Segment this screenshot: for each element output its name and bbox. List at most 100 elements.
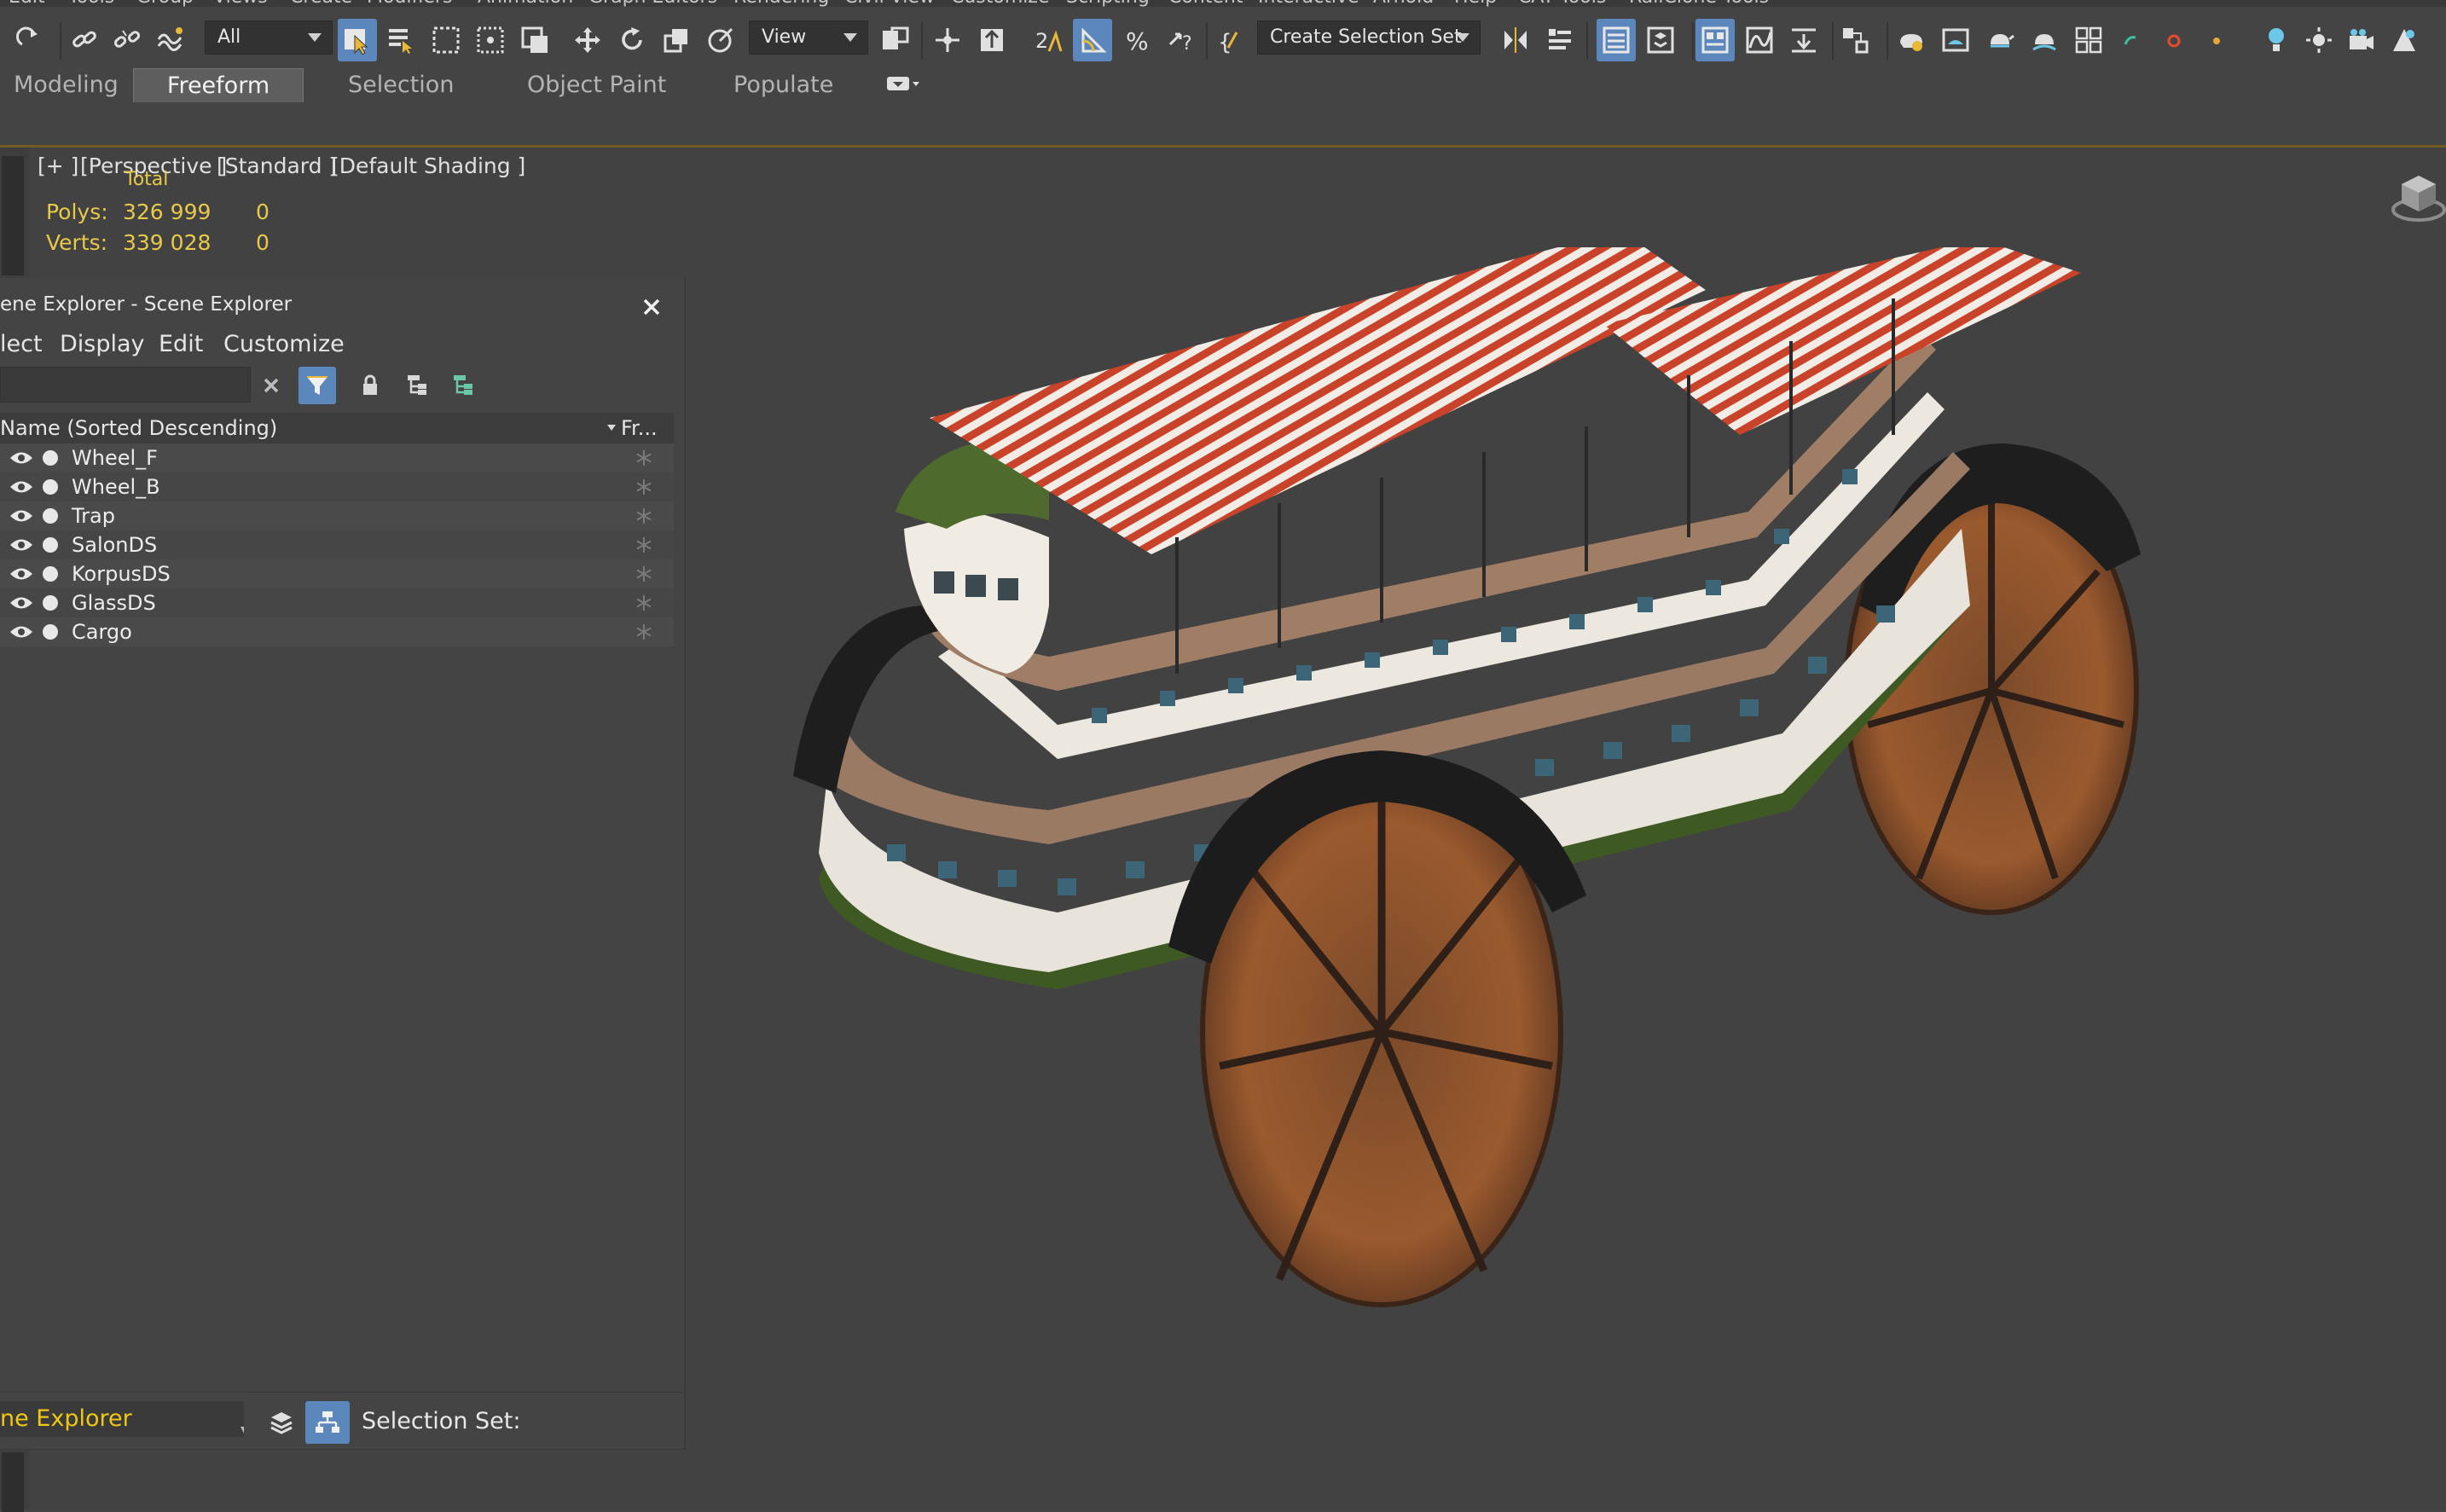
- menu-create[interactable]: Create: [290, 0, 352, 7]
- render-production-button[interactable]: [1980, 19, 2020, 61]
- arnold-camera-button[interactable]: [2342, 19, 2381, 61]
- named-selection-set-dropdown[interactable]: Create Selection Set: [1257, 20, 1481, 55]
- close-button[interactable]: [638, 293, 665, 321]
- freeze-snowflake-icon[interactable]: [635, 449, 653, 467]
- menu-display[interactable]: Display: [60, 331, 145, 357]
- toggle-layer-explorer-button[interactable]: [1641, 19, 1680, 61]
- render-toggle-icon[interactable]: [43, 624, 58, 640]
- eye-icon[interactable]: [9, 479, 34, 495]
- eye-icon[interactable]: [9, 624, 34, 640]
- list-item[interactable]: Wheel_F: [0, 443, 674, 472]
- tab-selection[interactable]: Selection: [336, 68, 464, 102]
- list-item[interactable]: SalonDS: [0, 530, 674, 559]
- select-and-move-region-button[interactable]: [515, 19, 554, 61]
- selection-filter-dropdown[interactable]: All: [205, 20, 333, 55]
- sort-by-hierarchy-button[interactable]: [305, 1401, 350, 1444]
- eye-icon[interactable]: [9, 450, 34, 466]
- freeze-snowflake-icon[interactable]: [635, 536, 653, 554]
- menu-help[interactable]: Help: [1454, 0, 1497, 7]
- keyboard-shortcut-override-button[interactable]: [972, 19, 1011, 61]
- plugin-orange-button[interactable]: [2197, 19, 2236, 61]
- render-toggle-icon[interactable]: [43, 537, 58, 553]
- explorer-selector-dropdown[interactable]: ne Explorer ▾: [0, 1401, 244, 1437]
- freeze-snowflake-icon[interactable]: [635, 594, 653, 612]
- menu-arnold[interactable]: Arnold: [1373, 0, 1434, 7]
- eye-icon[interactable]: [9, 537, 34, 553]
- render-gallery-button[interactable]: [2069, 19, 2108, 61]
- viewport-standard-label[interactable]: [Standard ]: [217, 154, 337, 178]
- tab-populate[interactable]: Populate: [722, 68, 849, 102]
- frozen-column-label[interactable]: Fr...: [621, 413, 658, 443]
- angle-snap-toggle-button[interactable]: [1073, 19, 1112, 61]
- menu-content[interactable]: Content: [1168, 0, 1243, 7]
- select-object-button[interactable]: [338, 19, 377, 61]
- rectangular-selection-region-button[interactable]: [426, 19, 466, 61]
- ribbon-options-button[interactable]: [884, 73, 921, 97]
- render-toggle-icon[interactable]: [43, 566, 58, 582]
- eye-icon[interactable]: [9, 508, 34, 524]
- select-children-button[interactable]: [399, 367, 437, 404]
- menu-cat-tools[interactable]: CAT Tools: [1518, 0, 1606, 7]
- select-dependents-button[interactable]: [445, 367, 483, 404]
- list-item[interactable]: Trap: [0, 501, 674, 530]
- arnold-light-button[interactable]: [2257, 19, 2296, 61]
- schematic-view-button[interactable]: [1784, 19, 1823, 61]
- arnold-sun-button[interactable]: [2299, 19, 2339, 61]
- plugin-red-button[interactable]: [2154, 19, 2194, 61]
- freeze-snowflake-icon[interactable]: [635, 565, 653, 583]
- arnold-render-button[interactable]: [2385, 19, 2424, 61]
- eye-icon[interactable]: [9, 595, 34, 611]
- plugin-green-button[interactable]: [2112, 19, 2151, 61]
- toggle-scene-explorer-button[interactable]: [1597, 19, 1636, 61]
- curve-editor-button[interactable]: [1740, 19, 1779, 61]
- material-editor-button[interactable]: [1835, 19, 1875, 61]
- list-item[interactable]: GlassDS: [0, 588, 674, 617]
- viewport-shading-label[interactable]: [Default Shading ]: [331, 154, 525, 178]
- reference-coordinate-dropdown[interactable]: View: [749, 20, 868, 55]
- tab-modeling[interactable]: Modeling: [2, 68, 121, 102]
- select-manipulate-button[interactable]: [928, 19, 967, 61]
- menu-graph-editors[interactable]: Graph Editors: [588, 0, 717, 7]
- menu-edit-explorer[interactable]: Edit: [159, 331, 203, 357]
- menu-customize[interactable]: Customize: [951, 0, 1049, 7]
- freeze-snowflake-icon[interactable]: [635, 478, 653, 496]
- list-item[interactable]: Wheel_B: [0, 472, 674, 501]
- select-and-link-button[interactable]: [65, 19, 104, 61]
- unlink-selection-button[interactable]: [107, 19, 147, 61]
- select-by-name-button[interactable]: [382, 19, 421, 61]
- menu-views[interactable]: Views: [213, 0, 268, 7]
- render-toggle-icon[interactable]: [43, 508, 58, 524]
- freeze-snowflake-icon[interactable]: [635, 507, 653, 525]
- paddle-steamer-model[interactable]: [768, 247, 2166, 1356]
- menu-tools[interactable]: Tools: [68, 0, 114, 7]
- menu-modifiers[interactable]: Modifiers: [367, 0, 452, 7]
- toggle-ribbon-button[interactable]: [1695, 19, 1735, 61]
- render-toggle-icon[interactable]: [43, 595, 58, 611]
- tab-object-paint[interactable]: Object Paint: [515, 68, 686, 102]
- menu-group[interactable]: Group: [136, 0, 194, 7]
- render-toggle-icon[interactable]: [43, 450, 58, 466]
- menu-select[interactable]: lect: [0, 331, 43, 357]
- render-in-cloud-button[interactable]: [2025, 19, 2064, 61]
- lock-cell-editing-button[interactable]: [351, 367, 389, 404]
- name-column-header[interactable]: Name (Sorted Descending) Fr...: [0, 413, 674, 443]
- menu-animation[interactable]: Animation: [478, 0, 573, 7]
- menu-civil-view[interactable]: Civil View: [844, 0, 935, 7]
- search-input[interactable]: [0, 367, 251, 403]
- mirror-button[interactable]: [1496, 19, 1535, 61]
- bind-to-space-warp-button[interactable]: [150, 19, 189, 61]
- sort-by-layer-button[interactable]: [259, 1401, 304, 1444]
- filter-toggle-button[interactable]: [299, 367, 336, 404]
- spinner-snap-toggle-button[interactable]: ?: [1162, 19, 1201, 61]
- render-setup-button[interactable]: [1892, 19, 1931, 61]
- menu-rendering[interactable]: Rendering: [733, 0, 829, 7]
- redo-button[interactable]: [10, 19, 49, 61]
- rendered-frame-window-button[interactable]: [1936, 19, 1975, 61]
- align-button[interactable]: [1540, 19, 1579, 61]
- list-item[interactable]: KorpusDS: [0, 559, 674, 588]
- tab-freeform[interactable]: Freeform: [133, 68, 304, 102]
- viewport-menu-plus[interactable]: [+ ]: [38, 154, 78, 178]
- pivot-center-button[interactable]: [875, 19, 914, 61]
- menu-railclone-tools[interactable]: RailClone Tools: [1629, 0, 1769, 7]
- menu-edit[interactable]: Edit: [9, 0, 45, 7]
